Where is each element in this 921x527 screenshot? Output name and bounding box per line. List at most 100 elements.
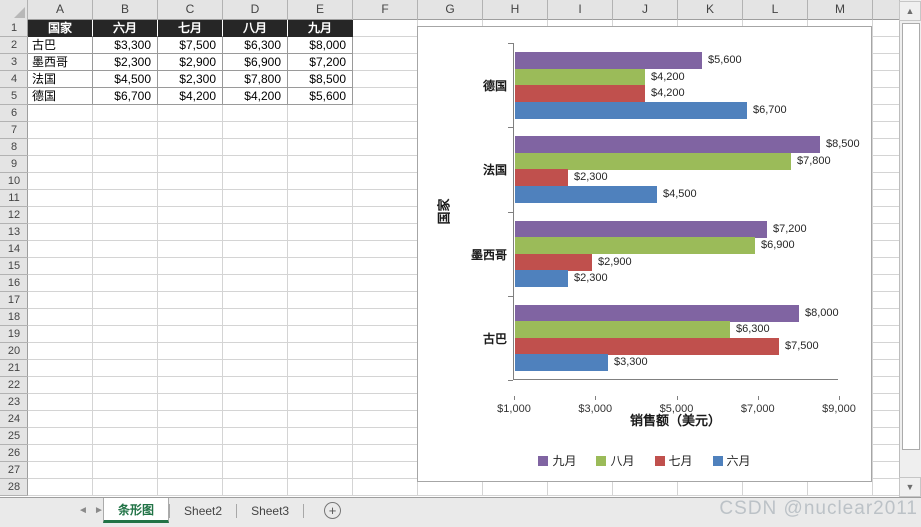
vertical-scrollbar[interactable]: ▲ ▼ <box>899 0 921 497</box>
row-header-20[interactable]: 20 <box>0 343 28 360</box>
table-cell[interactable]: $8,500 <box>288 71 353 88</box>
row-header-12[interactable]: 12 <box>0 207 28 224</box>
column-header-L[interactable]: L <box>743 0 808 20</box>
bar-六月[interactable] <box>515 185 657 203</box>
row-header-10[interactable]: 10 <box>0 173 28 190</box>
table-cell[interactable]: 古巴 <box>28 37 93 54</box>
new-sheet-button[interactable]: + <box>324 502 341 519</box>
column-header-C[interactable]: C <box>158 0 223 20</box>
table-cell[interactable]: 德国 <box>28 88 93 105</box>
tab-sheet2[interactable]: Sheet2 <box>170 498 236 523</box>
table-cell[interactable]: $6,700 <box>93 88 158 105</box>
row-header-16[interactable]: 16 <box>0 275 28 292</box>
row-header-17[interactable]: 17 <box>0 292 28 309</box>
table-cell[interactable]: $2,900 <box>158 54 223 71</box>
row-header-19[interactable]: 19 <box>0 326 28 343</box>
row-header-25[interactable]: 25 <box>0 428 28 445</box>
bar-九月[interactable] <box>515 136 820 154</box>
legend-item-六月[interactable]: 六月 <box>712 452 751 469</box>
table-cell[interactable]: 法国 <box>28 71 93 88</box>
header-cell[interactable]: 国家 <box>28 20 93 37</box>
row-header-6[interactable]: 6 <box>0 105 28 122</box>
table-cell[interactable]: $5,600 <box>288 88 353 105</box>
column-header-K[interactable]: K <box>678 0 743 20</box>
table-cell[interactable]: $6,300 <box>223 37 288 54</box>
tab-sheet3[interactable]: Sheet3 <box>237 498 303 523</box>
bar-六月[interactable] <box>515 101 747 119</box>
row-header-2[interactable]: 2 <box>0 37 28 54</box>
row-header-7[interactable]: 7 <box>0 122 28 139</box>
table-cell[interactable]: 墨西哥 <box>28 54 93 71</box>
table-cell[interactable]: $7,800 <box>223 71 288 88</box>
bar-七月[interactable] <box>515 85 645 103</box>
bar-八月[interactable] <box>515 321 730 339</box>
column-header-M[interactable]: M <box>808 0 873 20</box>
row-header-1[interactable]: 1 <box>0 20 28 37</box>
row-header-11[interactable]: 11 <box>0 190 28 207</box>
bar-chart[interactable]: 国家 德国 $5,600 $4,200 $4,200 $6,700 法国 $8,500 $7,… <box>417 26 872 482</box>
bar-七月[interactable] <box>515 337 779 355</box>
legend-label: 八月 <box>610 454 635 468</box>
column-header-H[interactable]: H <box>483 0 548 20</box>
row-header-23[interactable]: 23 <box>0 394 28 411</box>
row-header-5[interactable]: 5 <box>0 88 28 105</box>
legend-item-九月[interactable]: 九月 <box>538 452 576 469</box>
row-header-21[interactable]: 21 <box>0 360 28 377</box>
table-cell[interactable]: $4,200 <box>223 88 288 105</box>
header-cell[interactable]: 六月 <box>93 20 158 37</box>
row-header-22[interactable]: 22 <box>0 377 28 394</box>
column-header-G[interactable]: G <box>418 0 483 20</box>
row-header-13[interactable]: 13 <box>0 224 28 241</box>
scroll-up-icon[interactable]: ▲ <box>899 1 921 21</box>
table-cell[interactable]: $7,500 <box>158 37 223 54</box>
bar-七月[interactable] <box>515 253 592 271</box>
tab-sheet-条形图[interactable]: 条形图 <box>103 498 170 523</box>
row-header-26[interactable]: 26 <box>0 445 28 462</box>
column-header-partial[interactable] <box>873 0 899 20</box>
row-header-18[interactable]: 18 <box>0 309 28 326</box>
row-header-8[interactable]: 8 <box>0 139 28 156</box>
select-all-corner[interactable] <box>0 0 28 20</box>
column-header-I[interactable]: I <box>548 0 613 20</box>
column-header-E[interactable]: E <box>288 0 353 20</box>
tab-scroll-left-icon[interactable]: ◄ <box>78 505 88 516</box>
column-header-D[interactable]: D <box>223 0 288 20</box>
table-cell[interactable]: $2,300 <box>158 71 223 88</box>
bar-九月[interactable] <box>515 52 702 70</box>
scroll-down-icon[interactable]: ▼ <box>899 477 921 497</box>
table-cell[interactable]: $4,200 <box>158 88 223 105</box>
legend-item-七月[interactable]: 七月 <box>654 452 693 469</box>
header-cell[interactable]: 九月 <box>288 20 353 37</box>
table-cell[interactable]: $6,900 <box>223 54 288 71</box>
row-header-28[interactable]: 28 <box>0 479 28 496</box>
column-header-J[interactable]: J <box>613 0 678 20</box>
header-cell[interactable]: 七月 <box>158 20 223 37</box>
bar-八月[interactable] <box>515 152 791 170</box>
row-header-27[interactable]: 27 <box>0 462 28 479</box>
bar-六月[interactable] <box>515 270 568 288</box>
data-label: $2,900 <box>598 255 632 268</box>
bar-七月[interactable] <box>515 169 568 187</box>
column-header-A[interactable]: A <box>28 0 93 20</box>
column-header-F[interactable]: F <box>353 0 418 20</box>
table-cell[interactable]: $7,200 <box>288 54 353 71</box>
row-header-9[interactable]: 9 <box>0 156 28 173</box>
table-cell[interactable]: $2,300 <box>93 54 158 71</box>
header-cell[interactable]: 八月 <box>223 20 288 37</box>
bar-九月[interactable] <box>515 304 799 322</box>
legend-item-八月[interactable]: 八月 <box>596 452 635 469</box>
row-header-4[interactable]: 4 <box>0 71 28 88</box>
bar-八月[interactable] <box>515 68 645 86</box>
vertical-scroll-thumb[interactable] <box>902 23 920 450</box>
table-cell[interactable]: $4,500 <box>93 71 158 88</box>
table-cell[interactable]: $3,300 <box>93 37 158 54</box>
column-header-B[interactable]: B <box>93 0 158 20</box>
bar-六月[interactable] <box>515 354 608 372</box>
row-header-14[interactable]: 14 <box>0 241 28 258</box>
row-header-24[interactable]: 24 <box>0 411 28 428</box>
row-header-15[interactable]: 15 <box>0 258 28 275</box>
table-cell[interactable]: $8,000 <box>288 37 353 54</box>
bar-九月[interactable] <box>515 220 767 238</box>
bar-八月[interactable] <box>515 237 755 255</box>
row-header-3[interactable]: 3 <box>0 54 28 71</box>
